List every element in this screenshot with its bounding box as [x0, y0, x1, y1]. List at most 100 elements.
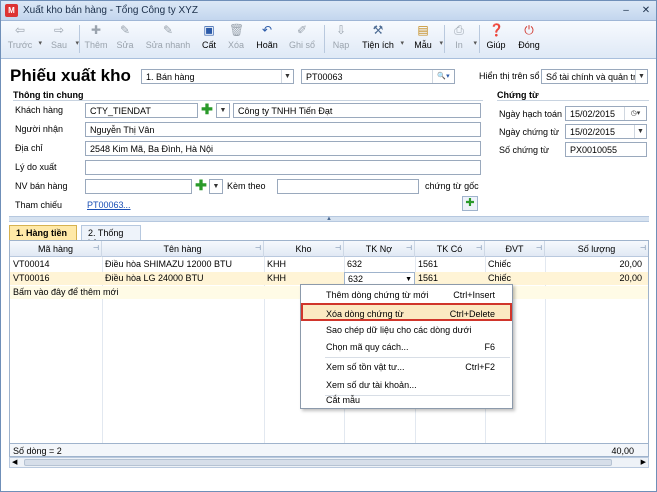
toolbar-utilities-button[interactable]: ⚒ Tiện ích ▾: [360, 23, 404, 56]
address-field[interactable]: 2548 Kim Mã, Ba Đình, Hà Nội: [85, 141, 481, 156]
app-icon: M: [5, 4, 18, 17]
search-icon[interactable]: 🔍▾: [432, 70, 454, 83]
col-header-debit[interactable]: TK Nợ ⊣: [344, 241, 415, 257]
toolbar-delete-button[interactable]: 🗑 Xóa: [225, 24, 247, 56]
page-title: Phiếu xuất kho: [10, 66, 131, 85]
context-menu: Thêm dòng chứng từ mới Ctrl+Insert Xóa dò…: [300, 284, 513, 409]
col-header-name[interactable]: Tên hàng ⊣: [102, 241, 264, 257]
tab-statistics[interactable]: 2. Thống kê: [81, 225, 141, 248]
add-icon: ✚: [90, 23, 102, 37]
window: M Xuất kho bán hàng - Tổng Công ty XYZ –…: [0, 0, 657, 492]
col-header-warehouse[interactable]: Kho ⊣: [264, 241, 344, 257]
col-header-quantity[interactable]: Số lượng ⊣: [545, 241, 648, 257]
print-icon: ⎙: [454, 23, 464, 37]
reference-label: Tham chiếu: [15, 200, 63, 210]
quantity-total: 40,00: [611, 446, 634, 456]
chevron-down-icon: ▼: [634, 125, 646, 138]
utilities-icon: ⚒: [372, 23, 384, 37]
scroll-left-icon[interactable]: ◀: [12, 458, 17, 467]
window-title: Xuất kho bán hàng - Tổng Công ty XYZ: [23, 5, 198, 16]
toolbar-cancel-button[interactable]: ↶ Hoãn: [253, 24, 281, 56]
chevron-down-icon: ▼: [217, 104, 229, 117]
menu-item-view-stock[interactable]: Xem số tồn vật tư... Ctrl+F2: [301, 358, 512, 376]
voucher-date-field[interactable]: 15/02/2015 ▼: [565, 124, 647, 139]
reference-link[interactable]: PT00063: [87, 200, 124, 210]
add-seller-icon[interactable]: ✚: [194, 178, 208, 193]
receiver-label: Người nhận: [15, 124, 63, 134]
toolbar-post-button[interactable]: ✐ Ghi sổ: [287, 24, 317, 56]
grid-footer: Số dòng = 2 40,00: [9, 443, 649, 457]
toolbar-add-button[interactable]: ✚ Thêm: [83, 24, 109, 56]
menu-item-cut-template[interactable]: Cắt mẫu: [301, 391, 512, 409]
pin-icon: ⊣: [475, 245, 482, 252]
scroll-right-icon[interactable]: ▶: [641, 458, 646, 467]
horizontal-scrollbar[interactable]: ◀ ▶: [9, 457, 649, 468]
save-icon: ▣: [203, 23, 215, 37]
display-label: Hiển thị trên sổ: [479, 71, 540, 81]
grid-header: Mã hàng ⊣ Tên hàng ⊣ Kho ⊣ TK Nợ ⊣ TK Có ⊣ ĐV…: [10, 241, 648, 257]
pin-icon: ⊣: [92, 245, 99, 252]
general-section-title: Thông tin chung: [13, 90, 84, 100]
title-bar: M Xuất kho bán hàng - Tổng Công ty XYZ –…: [1, 1, 656, 21]
receiver-field[interactable]: Nguyễn Thị Vân: [85, 122, 481, 137]
template-icon: ▤: [417, 23, 429, 37]
display-select[interactable]: Sổ tài chính và quản trị ▼: [541, 69, 648, 84]
menu-item-delete-row[interactable]: Xóa dòng chứng từ Ctrl+Delete: [301, 303, 512, 321]
toolbar-close-button[interactable]: ⏻ Đóng: [516, 24, 542, 56]
original-docs-label: chứng từ gốc: [425, 181, 479, 191]
customer-label: Khách hàng: [15, 105, 64, 115]
toolbar-template-button[interactable]: ▤ Mẫu ▾: [411, 23, 443, 56]
delete-icon: 🗑: [229, 23, 245, 37]
toolbar-save-button[interactable]: ▣ Cất: [198, 24, 220, 56]
edit-icon: ✎: [119, 23, 131, 37]
col-header-code[interactable]: Mã hàng ⊣: [10, 241, 102, 257]
address-label: Địa chỉ: [15, 143, 43, 153]
table-row[interactable]: VT00014 Điều hòa SHIMAZU 12000 BTU KHH 6…: [10, 258, 648, 271]
chevron-down-icon: ▼: [281, 70, 293, 83]
doc-number-field[interactable]: PT00063 🔍▾: [301, 69, 455, 84]
customer-dropdown[interactable]: ▼: [216, 103, 230, 118]
add-customer-icon[interactable]: ✚: [200, 102, 214, 117]
pin-icon: ⊣: [334, 245, 341, 252]
seller-field[interactable]: [85, 179, 192, 194]
reference-more-link[interactable]: ...: [123, 200, 131, 210]
pin-icon: ⊣: [254, 245, 261, 252]
toolbar-reload-button[interactable]: ⇩ Nạp: [329, 24, 353, 56]
toolbar-edit-button[interactable]: ✎ Sửa: [114, 24, 136, 56]
toolbar-next-button[interactable]: ⇨ Sau ▾: [47, 23, 79, 56]
attach-field[interactable]: [277, 179, 419, 194]
voucher-section-title: Chứng từ: [497, 90, 539, 100]
scroll-thumb[interactable]: [24, 459, 612, 466]
menu-item-copy-down[interactable]: Sao chép dữ liệu cho các dòng dưới: [301, 321, 512, 339]
toolbar-print-button[interactable]: ⎙ In ▾: [449, 23, 477, 56]
arrow-right-icon: ⇨: [53, 23, 65, 37]
undo-icon: ↶: [261, 23, 273, 37]
toolbar-prev-button[interactable]: ⇦ Trước ▾: [6, 23, 42, 56]
accounting-date-label: Ngày hạch toán: [499, 109, 563, 119]
voucher-date-label: Ngày chứng từ: [499, 127, 560, 137]
toolbar: ⇦ Trước ▾ ⇨ Sau ▾ ✚ Thêm ✎ Sửa ✎ Sửa nhanh ▣ Cất…: [1, 21, 656, 59]
toolbar-help-button[interactable]: ❓ Giúp: [485, 24, 507, 56]
toolbar-quick-edit-button[interactable]: ✎ Sửa nhanh: [144, 24, 192, 56]
tab-goods-money[interactable]: 1. Hàng tiền: [9, 225, 77, 241]
collapse-icon[interactable]: ▲: [321, 216, 337, 222]
accounting-date-field[interactable]: 15/02/2015 ◷▾: [565, 106, 647, 121]
voucher-no-field[interactable]: PX0010055: [565, 142, 647, 157]
menu-item-choose-spec[interactable]: Chọn mã quy cách... F6: [301, 338, 512, 356]
add-reference-icon[interactable]: ✚: [462, 196, 478, 211]
reason-field[interactable]: [85, 160, 481, 175]
arrow-left-icon: ⇦: [14, 23, 26, 37]
attach-label: Kèm theo: [227, 181, 266, 191]
calendar-icon[interactable]: ◷▾: [624, 107, 646, 120]
reload-icon: ⇩: [335, 23, 347, 37]
minimize-button[interactable]: –: [619, 4, 633, 17]
type-select[interactable]: 1. Bán hàng ▼: [141, 69, 294, 84]
seller-dropdown[interactable]: ▼: [209, 179, 223, 194]
customer-code-field[interactable]: CTY_TIENDAT: [85, 103, 198, 118]
splitter[interactable]: ▲: [9, 216, 649, 222]
customer-name-field[interactable]: Công ty TNHH Tiến Đạt: [233, 103, 481, 118]
close-window-button[interactable]: ✕: [639, 4, 653, 17]
col-header-credit[interactable]: TK Có ⊣: [415, 241, 485, 257]
col-header-unit[interactable]: ĐVT ⊣: [485, 241, 545, 257]
menu-item-add-row[interactable]: Thêm dòng chứng từ mới Ctrl+Insert: [301, 286, 512, 304]
